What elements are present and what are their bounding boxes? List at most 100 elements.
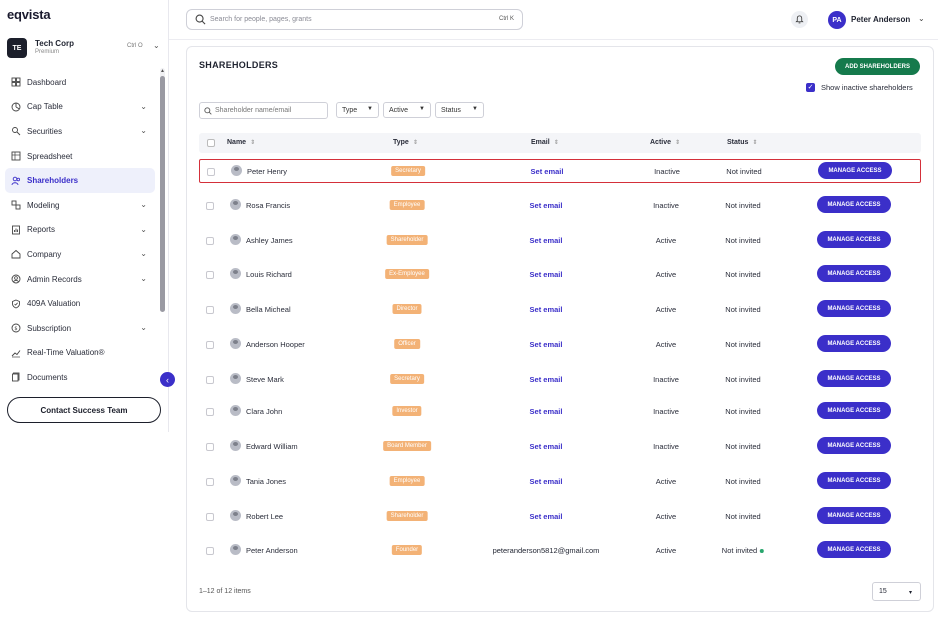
table-row[interactable]: Anderson Hooper Officer Set email Active Not…	[199, 333, 921, 357]
sidebar-item-real-time-valuation[interactable]: Real-Time Valuation®	[5, 341, 155, 366]
admin-records-icon	[11, 274, 21, 284]
table-row[interactable]: Rosa Francis Employee Set email Inactive Not…	[199, 194, 921, 218]
set-email-link[interactable]: Set email	[531, 167, 564, 176]
sidebar-item-409a-valuation[interactable]: 409A Valuation	[5, 291, 155, 316]
sidebar-item-label: Dashboard	[27, 77, 67, 87]
global-search-input[interactable]: Search for people, pages, grants Ctrl K	[186, 9, 523, 30]
manage-access-button[interactable]: MANAGE ACCESS	[817, 541, 891, 558]
checkbox-checked-icon[interactable]: ✓	[806, 82, 815, 92]
table-row[interactable]: Louis Richard Ex-Employee Set email Active N…	[199, 263, 921, 287]
set-email-link[interactable]: Set email	[530, 477, 563, 486]
set-email-link[interactable]: Set email	[530, 407, 563, 416]
set-email-link[interactable]: Set email	[530, 512, 563, 521]
scrollbar-thumb[interactable]	[160, 76, 165, 312]
sidebar-item-admin-records[interactable]: Admin Records ⌄	[5, 267, 155, 292]
manage-access-button[interactable]: MANAGE ACCESS	[817, 370, 891, 387]
row-checkbox[interactable]	[206, 547, 214, 555]
manage-access-button[interactable]: MANAGE ACCESS	[818, 162, 892, 179]
show-inactive-toggle[interactable]: ✓ Show inactive shareholders	[806, 82, 913, 92]
table-row[interactable]: Robert Lee Shareholder Set email Active Not …	[199, 505, 921, 529]
row-checkbox[interactable]	[206, 202, 214, 210]
shareholder-name: Clara John	[246, 407, 283, 416]
table-row[interactable]: Peter Anderson Founder peteranderson5812@g…	[199, 539, 921, 563]
user-avatar-icon	[230, 510, 241, 521]
type-filter-select[interactable]: Type ▼	[336, 102, 379, 118]
type-filter-label: Type	[342, 106, 358, 114]
user-avatar-icon	[230, 440, 241, 451]
sidebar-item-subscription[interactable]: $ Subscription ⌄	[5, 316, 155, 341]
table-row[interactable]: Peter Henry Secretary Set email Inactive Not…	[199, 159, 921, 183]
select-all-checkbox[interactable]	[207, 139, 215, 147]
shareholder-name: Peter Henry	[247, 167, 288, 176]
set-email-link[interactable]: Set email	[530, 305, 563, 314]
sidebar-item-cap-table[interactable]: Cap Table ⌄	[5, 95, 155, 120]
row-checkbox[interactable]	[206, 271, 214, 279]
sidebar-scrollbar[interactable]	[160, 68, 165, 312]
status-filter-select[interactable]: Status ▼	[435, 102, 484, 118]
table-row[interactable]: Bella Micheal Director Set email Active Not …	[199, 298, 921, 322]
set-email-link[interactable]: Set email	[530, 340, 563, 349]
active-filter-select[interactable]: Active ▼	[383, 102, 431, 118]
column-header-type[interactable]: Type ⇕	[393, 139, 418, 146]
sidebar-item-securities[interactable]: Securities ⌄	[5, 119, 155, 144]
row-checkbox[interactable]	[206, 513, 214, 521]
column-header-status[interactable]: Status ⇕	[727, 139, 757, 146]
row-checkbox[interactable]	[207, 168, 215, 176]
page-size-select[interactable]: 15 ▾	[872, 582, 921, 601]
manage-access-button[interactable]: MANAGE ACCESS	[817, 265, 891, 282]
table-row[interactable]: Clara John Investor Set email Inactive Not i…	[199, 400, 921, 424]
active-value: Active	[655, 546, 677, 555]
contact-success-team-button[interactable]: Contact Success Team	[7, 397, 161, 423]
sidebar-item-documents[interactable]: Documents	[5, 365, 155, 390]
user-avatar[interactable]: PA	[828, 11, 846, 29]
table-row[interactable]: Edward William Board Member Set email Inact…	[199, 435, 921, 459]
set-email-link[interactable]: Set email	[530, 375, 563, 384]
sidebar-item-reports[interactable]: Reports ⌄	[5, 218, 155, 243]
table-row[interactable]: Steve Mark Secretary Set email Inactive Not …	[199, 368, 921, 392]
shareholder-search-input[interactable]: Shareholder name/email	[199, 102, 328, 119]
user-name[interactable]: Peter Anderson	[851, 15, 910, 24]
modeling-icon	[11, 200, 21, 210]
manage-access-button[interactable]: MANAGE ACCESS	[817, 507, 891, 524]
sidebar-item-dashboard[interactable]: Dashboard	[5, 70, 155, 95]
sidebar-item-modeling[interactable]: Modeling ⌄	[5, 193, 155, 218]
row-checkbox[interactable]	[206, 478, 214, 486]
column-header-active[interactable]: Active ⇕	[650, 139, 680, 146]
manage-access-button[interactable]: MANAGE ACCESS	[817, 335, 891, 352]
set-email-link[interactable]: Set email	[530, 442, 563, 451]
status-value: Not invited	[725, 512, 760, 521]
row-checkbox[interactable]	[206, 341, 214, 349]
column-header-name[interactable]: Name ⇕	[227, 139, 255, 146]
chevron-down-icon[interactable]: ⌄	[918, 14, 925, 23]
sidebar-item-company[interactable]: Company ⌄	[5, 242, 155, 267]
row-checkbox[interactable]	[206, 443, 214, 451]
manage-access-button[interactable]: MANAGE ACCESS	[817, 231, 891, 248]
manage-access-button[interactable]: MANAGE ACCESS	[817, 300, 891, 317]
sidebar-nav: Dashboard Cap Table ⌄ Securities ⌄ Spreadshee…	[5, 70, 155, 390]
set-email-link[interactable]: Set email	[530, 201, 563, 210]
column-header-email[interactable]: Email ⇕	[531, 139, 559, 146]
add-shareholders-button[interactable]: ADD SHAREHOLDERS	[835, 58, 920, 75]
row-checkbox[interactable]	[206, 306, 214, 314]
row-checkbox[interactable]	[206, 376, 214, 384]
company-switcher[interactable]: TE Tech Corp Premium Ctrl O ⌄	[7, 38, 163, 60]
scroll-up-arrow-icon[interactable]: ▲	[160, 68, 165, 74]
set-email-link[interactable]: Set email	[530, 236, 563, 245]
sidebar-item-shareholders[interactable]: Shareholders	[5, 168, 155, 193]
shareholder-name: Robert Lee	[246, 512, 284, 521]
row-checkbox[interactable]	[206, 237, 214, 245]
sidebar-item-spreadsheet[interactable]: Spreadsheet	[5, 144, 155, 169]
table-header: Name ⇕ Type ⇕ Email ⇕ Active ⇕ Status ⇕	[199, 133, 921, 153]
manage-access-button[interactable]: MANAGE ACCESS	[817, 437, 891, 454]
manage-access-button[interactable]: MANAGE ACCESS	[817, 196, 891, 213]
manage-access-button[interactable]: MANAGE ACCESS	[817, 402, 891, 419]
set-email-link[interactable]: Set email	[530, 270, 563, 279]
collapse-sidebar-button[interactable]: ‹	[160, 372, 175, 387]
table-row[interactable]: Ashley James Shareholder Set email Active No…	[199, 229, 921, 253]
table-row[interactable]: Tania Jones Employee Set email Active Not in…	[199, 470, 921, 494]
active-value: Inactive	[653, 407, 679, 416]
eqvista-logo[interactable]: eqvista	[7, 7, 51, 22]
row-checkbox[interactable]	[206, 408, 214, 416]
notifications-button[interactable]	[791, 11, 808, 28]
manage-access-button[interactable]: MANAGE ACCESS	[817, 472, 891, 489]
